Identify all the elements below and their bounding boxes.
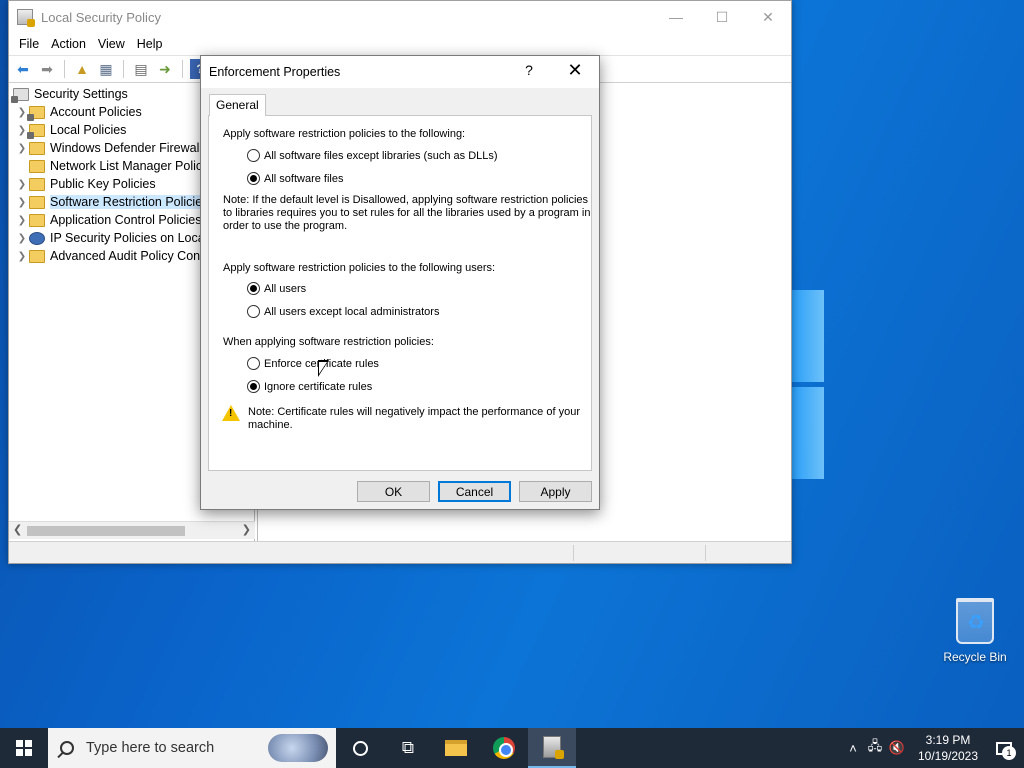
desktop: Recycle Bin Local Security Policy — ☐ ✕ … — [0, 0, 1024, 728]
radio-indicator — [247, 357, 260, 370]
window-title: Local Security Policy — [41, 9, 161, 25]
network-icon[interactable]: 🖧 — [864, 737, 886, 759]
general-tab-panel: Apply software restriction policies to t… — [208, 115, 592, 471]
folder-icon — [29, 195, 45, 209]
folder-icon — [29, 141, 45, 155]
up-folder-icon[interactable]: ▲ — [72, 59, 92, 79]
windows-logo-icon — [16, 740, 32, 756]
radio-ignore-certificate-rules[interactable]: Ignore certificate rules — [247, 380, 372, 393]
system-tray: ˄ 🖧 🔇 3:19 PM 10/19/2023 1 — [842, 728, 1024, 768]
search-highlight-art[interactable] — [268, 734, 328, 762]
radio-all-except-admins[interactable]: All users except local administrators — [247, 305, 439, 318]
taskbar-search-box[interactable]: Type here to search — [48, 728, 336, 768]
task-view-button[interactable]: ⧉ — [384, 728, 432, 768]
search-placeholder: Type here to search — [86, 740, 215, 756]
radio-enforce-certificate-rules[interactable]: Enforce certificate rules — [247, 357, 379, 370]
scroll-right-icon[interactable]: ❯ — [242, 523, 251, 536]
note-libraries: Note: If the default level is Disallowed… — [223, 194, 591, 232]
chevron-up-icon[interactable]: ˄ — [842, 741, 864, 756]
radio-indicator — [247, 149, 260, 162]
recycle-bin[interactable]: Recycle Bin — [940, 598, 1010, 664]
radio-indicator — [247, 380, 260, 393]
recycle-bin-icon — [956, 598, 994, 644]
local-security-policy-icon — [543, 736, 564, 759]
minimize-button[interactable]: — — [653, 1, 699, 33]
dialog-help-button[interactable]: ? — [517, 62, 541, 78]
forward-arrow-icon[interactable]: ➡ — [37, 59, 57, 79]
window-titlebar[interactable]: Local Security Policy — ☐ ✕ — [9, 1, 791, 33]
menu-action[interactable]: Action — [45, 37, 92, 51]
chevron-right-icon[interactable]: ❯ — [15, 233, 29, 244]
folder-icon — [29, 177, 45, 191]
menu-bar: File Action View Help — [9, 33, 791, 55]
back-arrow-icon[interactable]: ⬅ — [13, 59, 33, 79]
taskbar: Type here to search ⧉ ˄ 🖧 🔇 3:19 PM 10/1… — [0, 728, 1024, 768]
menu-file[interactable]: File — [13, 37, 45, 51]
recycle-bin-label: Recycle Bin — [943, 650, 1007, 664]
folder-icon — [27, 123, 45, 139]
task-view-icon: ⧉ — [401, 738, 415, 757]
search-icon — [60, 741, 74, 755]
close-window-button[interactable]: ✕ — [745, 1, 791, 33]
tab-general[interactable]: General — [209, 94, 266, 116]
chevron-right-icon[interactable]: ❯ — [15, 251, 29, 262]
cortana-button[interactable] — [336, 728, 384, 768]
cancel-button[interactable]: Cancel — [438, 481, 511, 502]
tree-horizontal-scrollbar[interactable]: ❮ ❯ — [9, 521, 255, 539]
section-files-label: Apply software restriction policies to t… — [223, 128, 466, 140]
radio-all-users[interactable]: All users — [247, 282, 306, 295]
volume-muted-icon[interactable]: 🔇 — [886, 740, 908, 756]
radio-indicator — [247, 172, 260, 185]
mouse-pointer-icon — [318, 360, 329, 377]
section-users-label: Apply software restriction policies to t… — [223, 262, 496, 274]
maximize-button[interactable]: ☐ — [699, 1, 745, 33]
chrome-icon — [493, 737, 515, 759]
notification-count-badge: 1 — [1002, 746, 1016, 760]
folder-icon — [29, 159, 45, 173]
dialog-title: Enforcement Properties — [209, 65, 341, 79]
scroll-left-icon[interactable]: ❮ — [13, 523, 22, 536]
cortana-icon — [352, 740, 368, 756]
warning-icon — [222, 405, 240, 421]
status-bar — [9, 541, 791, 563]
radio-all-software-files[interactable]: All software files — [247, 172, 343, 185]
note-certificates: Note: Certificate rules will negatively … — [248, 406, 580, 431]
wallpaper-logo — [790, 285, 824, 481]
chevron-right-icon[interactable]: ❯ — [15, 143, 29, 154]
apply-button[interactable]: Apply — [519, 481, 592, 502]
properties-icon[interactable]: ▤ — [131, 59, 151, 79]
ok-button[interactable]: OK — [357, 481, 430, 502]
file-explorer-button[interactable] — [432, 728, 480, 768]
clock-time: 3:19 PM — [925, 733, 971, 747]
menu-help[interactable]: Help — [131, 37, 169, 51]
chevron-right-icon[interactable]: ❯ — [15, 215, 29, 226]
dialog-close-button[interactable]: ✕ — [563, 60, 587, 81]
chrome-button[interactable] — [480, 728, 528, 768]
enforcement-properties-dialog: Enforcement Properties ? ✕ General Apply… — [200, 55, 600, 510]
folder-icon — [27, 105, 45, 121]
file-explorer-icon — [445, 740, 467, 756]
radio-indicator — [247, 282, 260, 295]
radio-indicator — [247, 305, 260, 318]
chevron-right-icon[interactable]: ❯ — [15, 179, 29, 190]
clock-date: 10/19/2023 — [917, 749, 979, 763]
taskbar-clock[interactable]: 3:19 PM 10/19/2023 — [912, 732, 984, 764]
show-hide-tree-icon[interactable]: ▦ — [96, 59, 116, 79]
scrollbar-thumb[interactable] — [27, 526, 185, 536]
security-settings-icon — [11, 87, 29, 103]
security-policy-app-icon — [17, 9, 35, 27]
export-list-icon[interactable]: ➜ — [155, 59, 175, 79]
action-center-button[interactable]: 1 — [984, 728, 1024, 768]
section-certificates-label: When applying software restriction polic… — [223, 336, 434, 348]
local-security-policy-taskbar-button[interactable] — [528, 728, 576, 768]
chevron-right-icon[interactable]: ❯ — [15, 197, 29, 208]
ip-security-icon — [29, 231, 45, 245]
folder-icon — [29, 213, 45, 227]
folder-icon — [29, 249, 45, 263]
start-button[interactable] — [0, 728, 48, 768]
menu-view[interactable]: View — [92, 37, 131, 51]
radio-all-except-libraries[interactable]: All software files except libraries (suc… — [247, 149, 498, 162]
